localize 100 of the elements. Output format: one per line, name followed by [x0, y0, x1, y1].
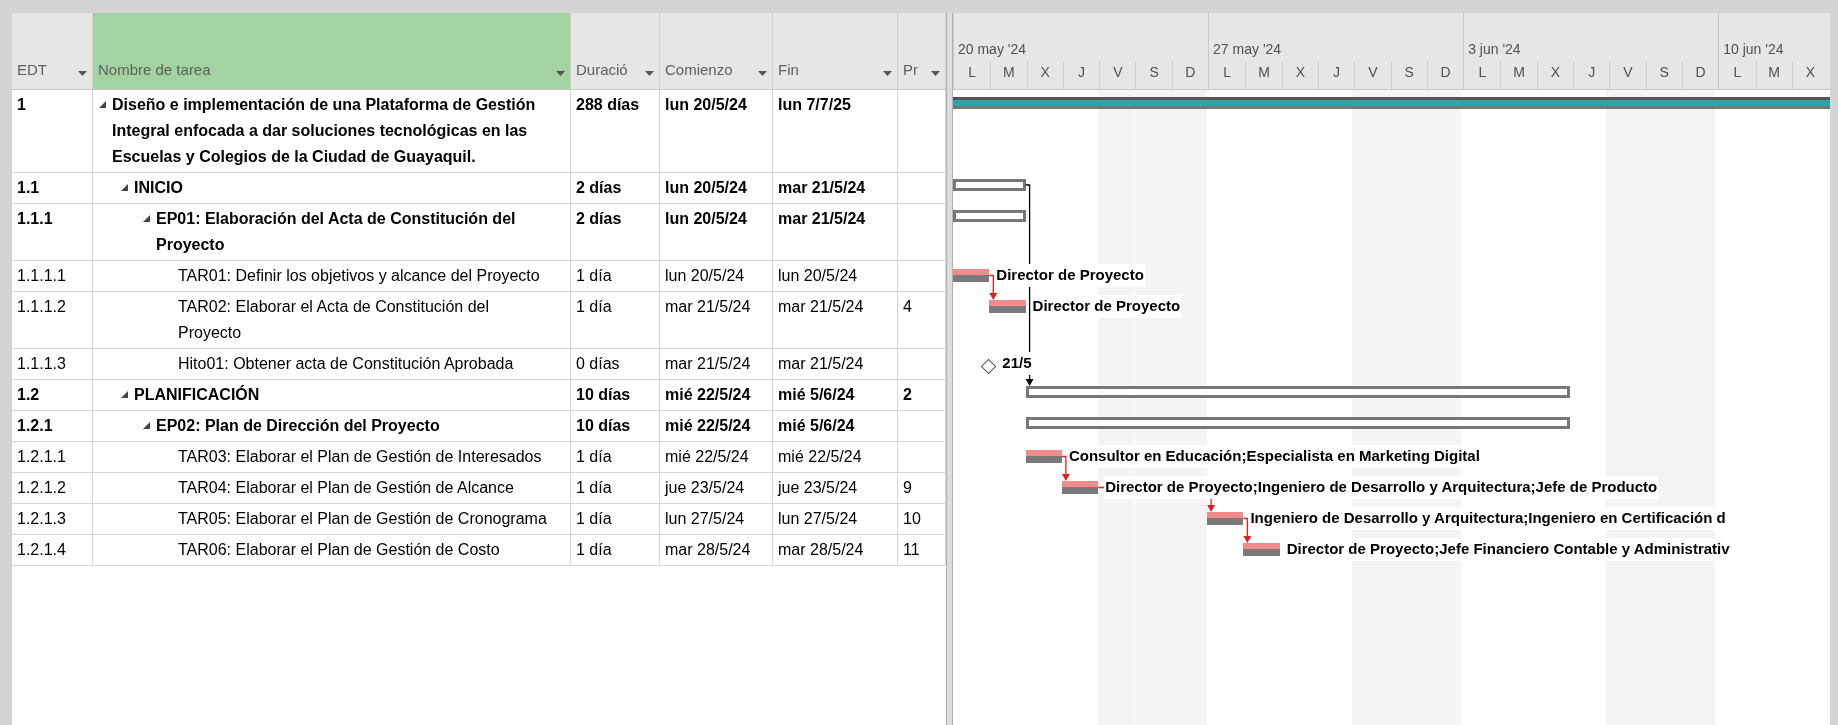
table-cell [898, 173, 946, 204]
table-cell: 1.1 [12, 173, 93, 204]
task-name: Hito01: Obtener acta de Constitución Aprobada [178, 354, 514, 374]
table-cell: 1.2.1 [12, 411, 93, 442]
collapse-triangle-icon[interactable] [121, 391, 128, 398]
collapse-triangle-icon[interactable] [99, 101, 106, 108]
day-label: L [1732, 63, 1743, 82]
day-label: M [1755, 62, 1792, 89]
table-cell: 2 [898, 380, 946, 411]
caret-icon[interactable] [883, 71, 892, 76]
caret-icon[interactable] [78, 71, 87, 76]
day-label: V [1354, 62, 1391, 89]
day-label: J [1317, 62, 1355, 89]
week-label: 27 may '24 [1212, 40, 1283, 59]
task-bar [1207, 512, 1244, 525]
task-name: TAR05: Elaborar el Plan de Gestión de Cronograma [178, 509, 547, 529]
table-cell: lun 27/5/24 [660, 504, 773, 535]
day-label: X [1791, 62, 1829, 89]
collapse-triangle-icon[interactable] [143, 422, 150, 429]
caret-icon[interactable] [931, 71, 940, 76]
table-cell: mar 21/5/24 [773, 349, 898, 380]
day-label: M [1245, 62, 1282, 89]
table-cell: 1 día [571, 473, 660, 504]
column-header[interactable]: EDT [12, 13, 93, 89]
week-label: 10 jun '24 [1722, 40, 1785, 59]
day-label: L [967, 63, 978, 82]
day-label: M [990, 62, 1027, 89]
day-label: S [1135, 62, 1172, 89]
table-cell: 1.2.1.4 [12, 535, 93, 566]
table-cell: mié 5/6/24 [773, 380, 898, 411]
column-header[interactable]: Fin [773, 13, 898, 89]
table-cell: mar 21/5/24 [773, 292, 898, 349]
day-label: S [1390, 62, 1427, 89]
day-label: V [1609, 62, 1646, 89]
table-cell: 1.1.1.3 [12, 349, 93, 380]
task-name: TAR02: Elaborar el Acta de Constitución del Proyecto [178, 297, 490, 343]
table-cell: jue 23/5/24 [660, 473, 773, 504]
table-cell: mié 22/5/24 [773, 442, 898, 473]
week-label: 20 may '24 [957, 40, 1028, 59]
table-cell: 1 día [571, 504, 660, 535]
day-label: L [1222, 63, 1233, 82]
day-label: D [1426, 62, 1464, 89]
table-cell: lun 20/5/24 [660, 261, 773, 292]
task-bar [989, 300, 1026, 313]
task-name: INICIO [134, 178, 183, 198]
caret-icon[interactable] [556, 71, 565, 76]
table-cell: mar 21/5/24 [660, 292, 773, 349]
table-cell: 11 [898, 535, 946, 566]
table-cell: 1 [12, 90, 93, 173]
task-name: EP01: Elaboración del Acta de Constitución del Proyecto [156, 209, 517, 255]
table-cell: mar 28/5/24 [660, 535, 773, 566]
table-cell [898, 411, 946, 442]
table-cell: 288 días [571, 90, 660, 173]
bar-label: Ingeniero de Desarrollo y Arquitectura;Ingeniero en Certificación d [1249, 507, 1727, 530]
table-cell: 1.2 [12, 380, 93, 411]
day-label: V [1099, 62, 1136, 89]
table-cell [898, 204, 946, 261]
table-cell [898, 349, 946, 380]
task-bar [1025, 450, 1062, 463]
table-cell: mié 22/5/24 [660, 411, 773, 442]
day-label: J [1573, 62, 1610, 89]
collapse-triangle-icon[interactable] [143, 215, 150, 222]
day-label: S [1645, 62, 1682, 89]
day-label: D [1171, 62, 1209, 89]
table-cell: 10 días [571, 380, 660, 411]
day-label: X [1281, 62, 1318, 89]
table-cell: lun 20/5/24 [660, 90, 773, 173]
bar-label: Director de Proyecto;Ingeniero de Desarrollo y Arquitectura;Jefe de Producto [1104, 476, 1659, 499]
table-cell: mar 21/5/24 [773, 204, 898, 261]
day-label: L [1477, 63, 1488, 82]
task-name: TAR06: Elaborar el Plan de Gestión de Costo [178, 540, 500, 560]
table-cell [898, 261, 946, 292]
bar-label: Consultor en Educación;Especialista en Marketing Digital [1067, 445, 1481, 468]
dependency-arrow [1061, 455, 1070, 481]
task-name: PLANIFICACIÓN [134, 384, 260, 405]
column-header[interactable]: Duració [571, 13, 660, 89]
bar-label: Director de Proyecto [995, 264, 1145, 287]
bar-label: Director de Proyecto [1031, 295, 1182, 318]
table-cell: 1.1.1.2 [12, 292, 93, 349]
day-label: X [1536, 62, 1574, 89]
collapse-triangle-icon[interactable] [121, 184, 128, 191]
dependency-arrow [988, 274, 998, 300]
task-bar [1243, 543, 1280, 556]
table-cell: 4 [898, 292, 946, 349]
table-cell: mar 21/5/24 [773, 173, 898, 204]
table-cell: mié 22/5/24 [660, 442, 773, 473]
task-name: TAR04: Elaborar el Plan de Gestión de Alcance [178, 478, 514, 498]
table-cell: 1 día [571, 535, 660, 566]
caret-icon[interactable] [645, 71, 654, 76]
column-header[interactable]: Nombre de tarea [93, 13, 571, 89]
table-cell: 2 días [571, 173, 660, 204]
table-cell: 10 días [571, 411, 660, 442]
column-header[interactable]: Comienzo [660, 13, 773, 89]
table-cell: 9 [898, 473, 946, 504]
task-bar [953, 269, 990, 282]
caret-icon[interactable] [758, 71, 767, 76]
task-name: TAR03: Elaborar el Plan de Gestión de Interesados [178, 447, 542, 467]
week-label: 3 jun '24 [1467, 40, 1522, 59]
column-header[interactable]: Pr [898, 13, 946, 89]
table-cell: lun 20/5/24 [660, 204, 773, 261]
